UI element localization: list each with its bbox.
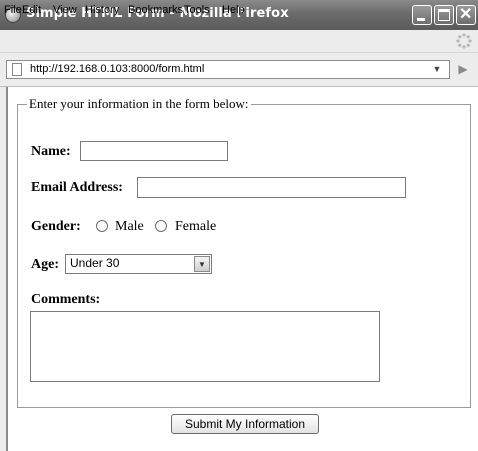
menu-history[interactable]: History xyxy=(85,4,119,16)
gender-male-label: Male xyxy=(115,219,144,234)
email-label: Email Address: xyxy=(31,180,123,195)
form-legend: Enter your information in the form below… xyxy=(29,96,249,111)
menu-file[interactable]: File xyxy=(4,4,22,16)
minimize-button[interactable] xyxy=(412,5,432,25)
menu-edit[interactable]: Edit xyxy=(22,4,41,16)
menu-view[interactable]: View xyxy=(53,4,77,16)
menu-tools[interactable]: Tools xyxy=(184,4,210,16)
gender-female-label: Female xyxy=(175,219,217,234)
url-dropdown-icon[interactable]: ▼ xyxy=(427,62,447,77)
maximize-button[interactable] xyxy=(434,5,454,25)
throbber-icon xyxy=(456,33,472,49)
name-label: Name: xyxy=(31,144,71,159)
menu-help[interactable]: Help xyxy=(222,4,245,16)
maximize-icon xyxy=(438,9,450,21)
chevron-down-icon[interactable]: ▼ xyxy=(194,256,210,272)
gender-label: Gender: xyxy=(31,219,81,234)
gender-female-radio[interactable] xyxy=(155,220,167,232)
name-input[interactable] xyxy=(80,141,228,161)
minimize-icon xyxy=(417,18,425,21)
go-icon[interactable]: ▶ xyxy=(454,60,472,79)
menu-bar xyxy=(0,30,478,53)
browser-window: Simple HTML Form - Mozilla Firefox ✕ Fil… xyxy=(0,0,478,451)
email-input[interactable] xyxy=(137,177,406,198)
age-selected-value: Under 30 xyxy=(70,256,120,270)
gender-male-radio[interactable] xyxy=(96,220,108,232)
close-icon: ✕ xyxy=(459,6,473,23)
submit-button[interactable]: Submit My Information xyxy=(171,414,319,434)
comments-textarea[interactable] xyxy=(30,311,380,382)
age-label: Age: xyxy=(31,257,59,272)
close-button[interactable]: ✕ xyxy=(456,5,476,25)
url-text[interactable]: http://192.168.0.103:8000/form.html xyxy=(30,63,204,75)
comments-label: Comments: xyxy=(31,292,101,307)
page-icon xyxy=(12,63,22,76)
menu-bookmarks[interactable]: Bookmarks xyxy=(128,4,183,16)
